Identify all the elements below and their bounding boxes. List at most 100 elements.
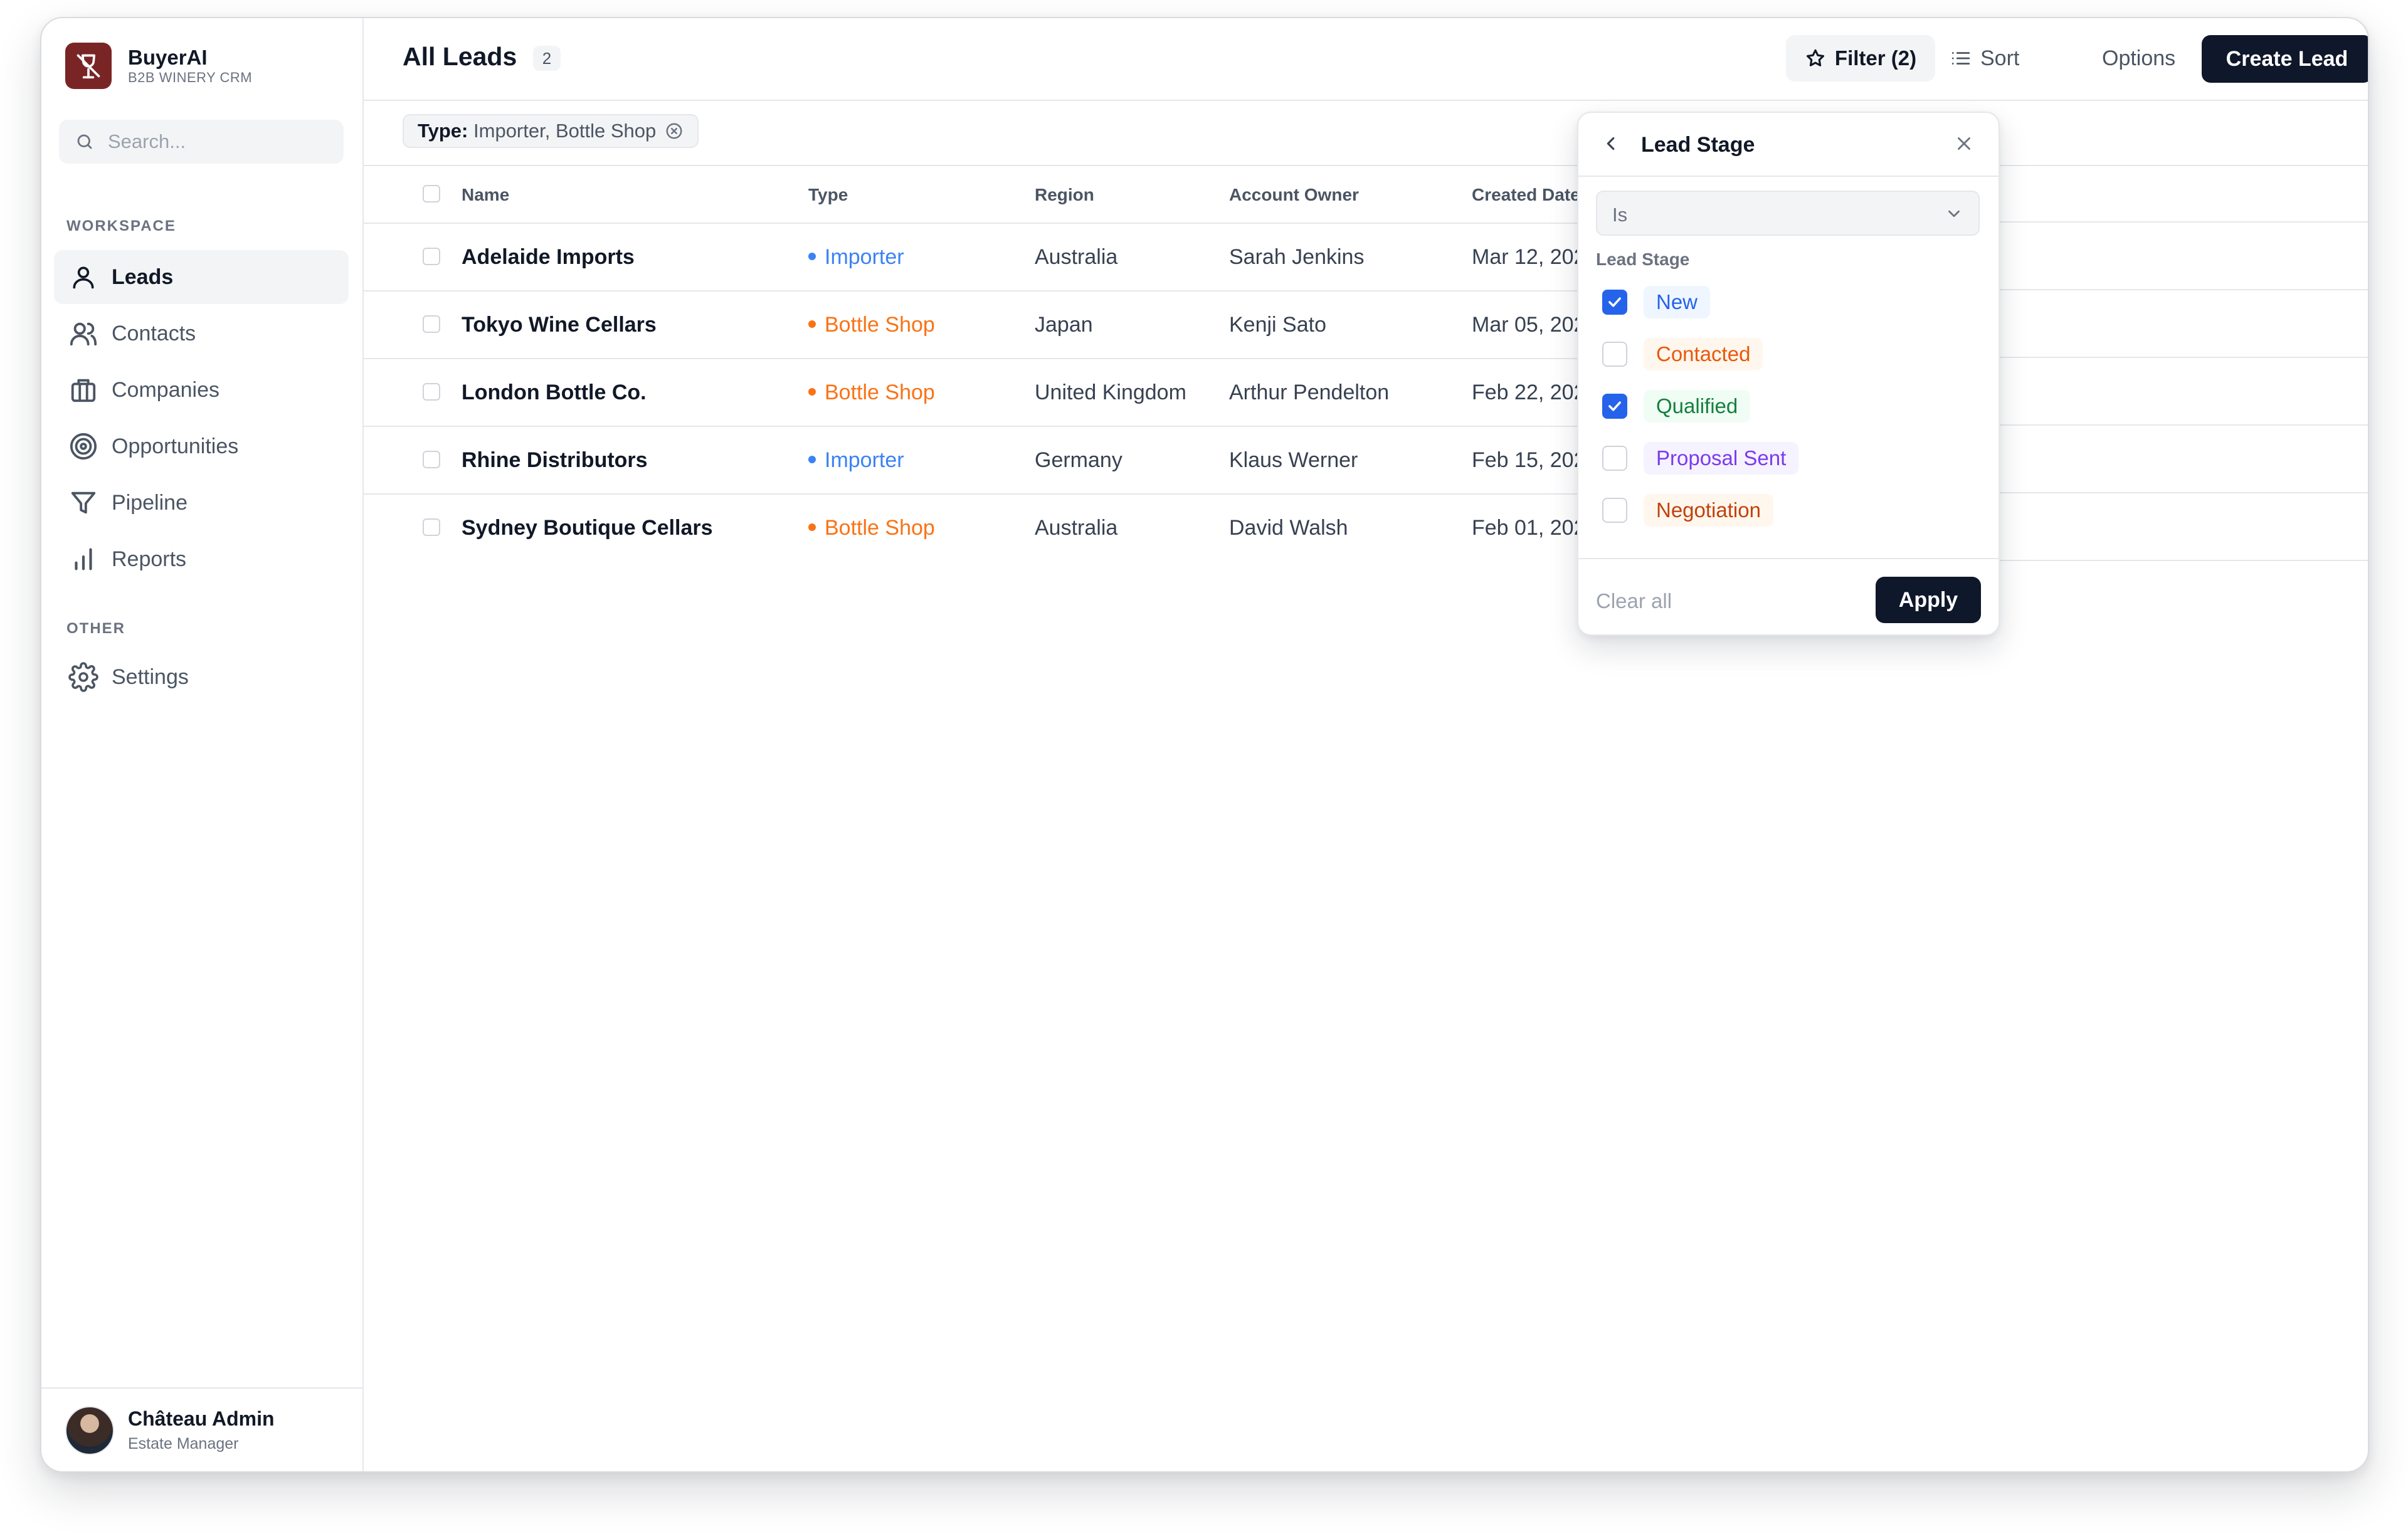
sidebar-item-pipeline[interactable]: Pipeline: [54, 476, 349, 530]
cell-name[interactable]: Adelaide Imports: [462, 245, 635, 270]
sidebar-item-label: Companies: [112, 377, 219, 402]
type-dot: [808, 523, 816, 532]
close-icon[interactable]: [1953, 133, 1976, 155]
cell-region: United Kingdom: [1035, 381, 1186, 404]
search-box[interactable]: [59, 120, 344, 164]
row-checkbox[interactable]: [423, 315, 440, 333]
leads-table: Name Type Region Account Owner Created D…: [364, 165, 1580, 541]
clear-all-button[interactable]: Clear all: [1596, 589, 1672, 613]
filter-chip-value: Importer, Bottle Shop: [473, 120, 657, 142]
stage-tag: Proposal Sent: [1644, 442, 1799, 475]
cell-created-date: Mar 05, 2024: [1472, 313, 1580, 337]
funnel-icon: [68, 487, 99, 518]
app-name: BuyerAI: [128, 46, 208, 69]
sidebar-item-companies[interactable]: Companies: [54, 363, 349, 417]
table-row[interactable]: Tokyo Wine Cellars Bottle Shop Japan Kenji …: [364, 290, 1580, 359]
options-button[interactable]: Options: [2102, 46, 2175, 71]
row-checkbox[interactable]: [423, 518, 440, 536]
stage-checkbox[interactable]: [1602, 394, 1627, 419]
wine-glass-off-icon: [77, 54, 100, 79]
cell-name[interactable]: Tokyo Wine Cellars: [462, 313, 657, 337]
user-profile[interactable]: Château Admin Estate Manager: [41, 1387, 362, 1471]
table-header: Name Type Region Account Owner Created D…: [364, 165, 1580, 224]
target-icon: [68, 431, 99, 462]
table-row[interactable]: Sydney Boutique Cellars Bottle Shop Austra…: [364, 493, 1580, 541]
stage-checkbox[interactable]: [1602, 498, 1627, 523]
stage-checkbox[interactable]: [1602, 342, 1627, 367]
apply-button[interactable]: Apply: [1876, 577, 1981, 623]
remove-filter-icon[interactable]: [665, 122, 684, 140]
stage-tag: Qualified: [1644, 390, 1751, 423]
type-label: Importer: [825, 245, 904, 269]
briefcase-icon: [68, 374, 99, 406]
main-content: All Leads 2 Filter (2) Sort Options Crea…: [364, 18, 2368, 1471]
search-input[interactable]: [107, 130, 335, 154]
bar-chart-icon: [68, 544, 99, 575]
row-checkbox[interactable]: [423, 248, 440, 265]
logo: [65, 43, 112, 89]
chevron-down-icon: [1945, 204, 1963, 223]
cell-region: Japan: [1035, 313, 1093, 337]
page-header: All Leads 2 Filter (2) Sort Options Crea…: [364, 18, 2368, 101]
sort-label: Sort: [1980, 46, 2020, 70]
column-header-name[interactable]: Name: [462, 185, 509, 205]
sidebar-item-leads[interactable]: Leads: [54, 250, 349, 304]
page-title: All Leads: [403, 42, 517, 71]
create-lead-button[interactable]: Create Lead: [2202, 35, 2368, 83]
cell-region: Australia: [1035, 245, 1118, 269]
cell-created-date: Feb 01, 2024: [1472, 516, 1580, 540]
popover-footer: Clear all Apply: [1578, 558, 1999, 634]
user-icon: [68, 261, 99, 293]
sidebar-item-label: Settings: [112, 665, 189, 689]
cell-name[interactable]: Rhine Distributors: [462, 448, 648, 473]
users-icon: [68, 318, 99, 349]
cell-type: Bottle Shop: [808, 516, 935, 540]
cell-name[interactable]: Sydney Boutique Cellars: [462, 516, 713, 540]
stage-tag: Contacted: [1644, 338, 1763, 370]
cell-region: Germany: [1035, 448, 1122, 472]
sidebar: BuyerAI B2B WINERY CRM WORKSPACE Leads C…: [41, 18, 364, 1471]
sidebar-item-label: Reports: [112, 547, 187, 571]
column-header-created-date[interactable]: Created Date: [1472, 185, 1580, 205]
brand[interactable]: BuyerAI B2B WINERY CRM: [65, 42, 252, 90]
cell-account-owner: Klaus Werner: [1229, 448, 1358, 472]
select-all-checkbox[interactable]: [423, 185, 440, 202]
lead-stage-filter-popover: Lead Stage Is Lead Stage New Contacted Qua…: [1577, 112, 2000, 636]
stage-checkbox[interactable]: [1602, 446, 1627, 471]
type-dot: [808, 388, 816, 396]
cell-created-date: Feb 15, 2024: [1472, 448, 1580, 472]
other-section-label: OTHER: [66, 620, 125, 637]
operator-select[interactable]: Is: [1596, 191, 1980, 236]
table-row[interactable]: Adelaide Imports Importer Australia Sarah J…: [364, 223, 1580, 292]
type-label: Importer: [825, 448, 904, 472]
cell-name[interactable]: London Bottle Co.: [462, 381, 647, 405]
stage-tag: New: [1644, 286, 1711, 318]
chevron-left-icon[interactable]: [1601, 133, 1624, 155]
lead-count-badge: 2: [533, 46, 561, 71]
row-checkbox[interactable]: [423, 451, 440, 468]
stage-checkbox[interactable]: [1602, 290, 1627, 315]
type-filter-chip[interactable]: Type: Importer, Bottle Shop: [403, 114, 699, 148]
sidebar-item-settings[interactable]: Settings: [54, 650, 349, 704]
column-header-type[interactable]: Type: [808, 185, 848, 205]
popover-title: Lead Stage: [1641, 133, 1755, 157]
type-dot: [808, 320, 816, 328]
app-subtitle: B2B WINERY CRM: [128, 70, 253, 85]
row-checkbox[interactable]: [423, 383, 440, 401]
sidebar-item-label: Leads: [112, 265, 174, 289]
cell-account-owner: Kenji Sato: [1229, 313, 1326, 337]
filter-button[interactable]: Filter (2): [1786, 35, 1935, 81]
sidebar-item-opportunities[interactable]: Opportunities: [54, 419, 349, 473]
table-row[interactable]: Rhine Distributors Importer Germany Klaus W…: [364, 426, 1580, 495]
type-label: Bottle Shop: [825, 381, 935, 404]
search-icon: [75, 132, 94, 151]
sort-button[interactable]: Sort: [1950, 35, 2019, 81]
sidebar-item-contacts[interactable]: Contacts: [54, 307, 349, 360]
filter-chip-key: Type:: [418, 120, 468, 142]
list-icon: [1950, 48, 1972, 69]
table-row[interactable]: London Bottle Co. Bottle Shop United Kingd…: [364, 358, 1580, 427]
cell-type: Bottle Shop: [808, 381, 935, 405]
column-header-region[interactable]: Region: [1035, 185, 1094, 205]
column-header-account-owner[interactable]: Account Owner: [1229, 185, 1359, 205]
sidebar-item-reports[interactable]: Reports: [54, 532, 349, 586]
